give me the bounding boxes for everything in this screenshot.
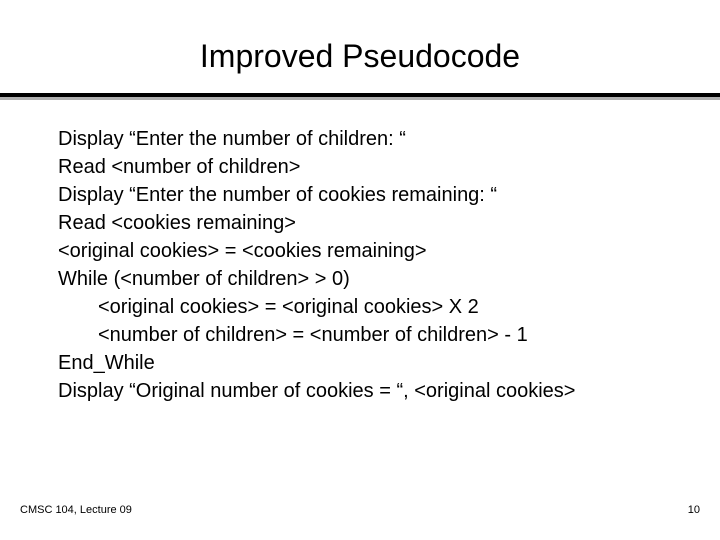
pseudocode-line: <original cookies> = <cookies remaining> — [58, 237, 662, 265]
slide-title: Improved Pseudocode — [0, 38, 720, 75]
pseudocode-line: <original cookies> = <original cookies> … — [58, 293, 662, 321]
pseudocode-line: <number of children> = <number of childr… — [58, 321, 662, 349]
pseudocode-line: Read <number of children> — [58, 153, 662, 181]
footer-page-number: 10 — [688, 504, 700, 516]
footer: CMSC 104, Lecture 09 10 — [20, 504, 700, 516]
pseudocode-line: End_While — [58, 349, 662, 377]
pseudocode-line: Display “Original number of cookies = “,… — [58, 377, 662, 405]
pseudocode-body: Display “Enter the number of children: “… — [0, 97, 720, 405]
pseudocode-line: Read <cookies remaining> — [58, 209, 662, 237]
pseudocode-line: Display “Enter the number of children: “ — [58, 125, 662, 153]
title-region: Improved Pseudocode — [0, 0, 720, 75]
pseudocode-line: While (<number of children> > 0) — [58, 265, 662, 293]
footer-left: CMSC 104, Lecture 09 — [20, 504, 132, 516]
pseudocode-line: Display “Enter the number of cookies rem… — [58, 181, 662, 209]
